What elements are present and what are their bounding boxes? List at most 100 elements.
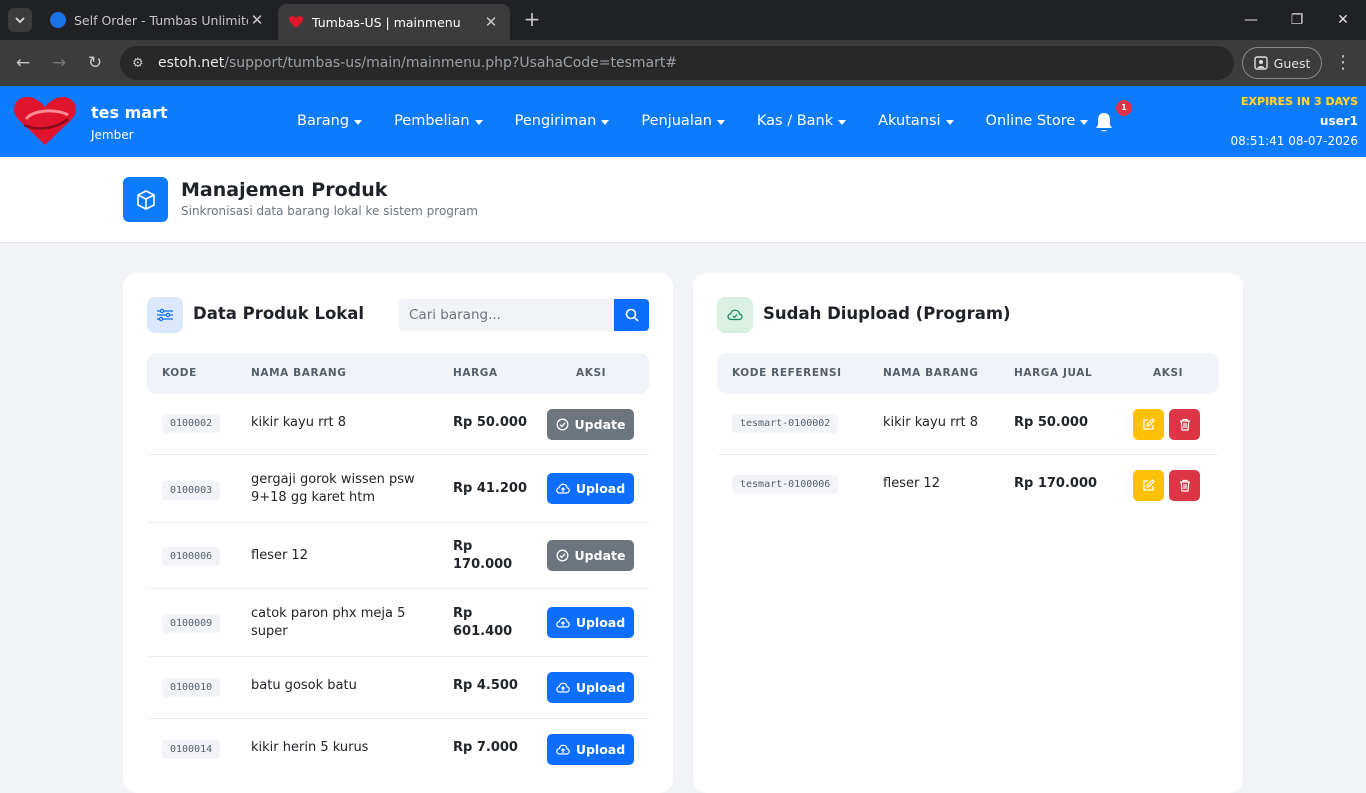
delete-button[interactable]: [1169, 470, 1200, 501]
search-button[interactable]: [614, 299, 649, 331]
minimize-icon[interactable]: —: [1228, 0, 1274, 40]
product-name: batu gosok batu: [251, 678, 357, 693]
upload-button[interactable]: Upload: [547, 672, 634, 703]
restore-icon[interactable]: ❐: [1274, 0, 1320, 40]
col-harga: HARGA: [453, 367, 498, 379]
local-table-header: KODE NAMA BARANG HARGA AKSI: [147, 353, 649, 394]
cloud-upload-icon: [556, 617, 570, 628]
close-window-icon[interactable]: ✕: [1320, 0, 1366, 40]
product-code: 0100014: [162, 740, 221, 759]
product-name: fleser 12: [251, 548, 308, 563]
caret-down-icon: [838, 119, 847, 125]
edit-icon: [1143, 479, 1155, 491]
product-name: catok paron phx meja 5 super: [251, 606, 406, 639]
product-name: kikir kayu rrt 8: [883, 415, 979, 430]
caret-down-icon: [474, 119, 483, 125]
browser-tab-mainmenu[interactable]: Tumbas-US | mainmenu ✕: [278, 4, 510, 40]
uploaded-table-header: KODE REFERENSI NAMA BARANG HARGA JUAL AK…: [717, 353, 1219, 394]
upload-button[interactable]: Upload: [547, 607, 634, 638]
tab-title: Self Order - Tumbas Unlimited: [74, 12, 248, 28]
cloud-upload-icon: [556, 483, 570, 494]
product-name: fleser 12: [883, 476, 940, 491]
cloud-upload-icon: [556, 682, 570, 693]
table-row: 0100010 batu gosok batu Rp 4.500 Upload: [147, 657, 649, 719]
update-button[interactable]: Update: [547, 540, 634, 571]
product-code: 0100009: [162, 614, 221, 633]
menu-penjualan[interactable]: Penjualan: [641, 113, 725, 129]
menu-barang[interactable]: Barang: [297, 113, 363, 129]
datetime: 08:51:41 08-07-2026: [1230, 134, 1358, 148]
product-price: Rp 170.000: [453, 539, 513, 572]
reload-icon[interactable]: ↻: [83, 51, 107, 75]
product-name: kikir herin 5 kurus: [251, 740, 369, 755]
back-icon[interactable]: ←: [11, 51, 35, 75]
menu-kas-bank[interactable]: Kas / Bank: [757, 113, 847, 129]
reference-code: tesmart-0100002: [732, 414, 839, 433]
table-row: 0100014 kikir herin 5 kurus Rp 7.000 Upl…: [147, 719, 649, 781]
url-text: estoh.net/support/tumbas-us/main/mainmen…: [158, 55, 678, 71]
page-header: Manajemen Produk Sinkronisasi data baran…: [0, 157, 1366, 243]
caret-down-icon: [716, 119, 725, 125]
close-tab-icon[interactable]: ✕: [482, 13, 500, 31]
site-info-icon[interactable]: ⚙: [132, 56, 150, 71]
notification-badge: 1: [1116, 100, 1132, 116]
url-bar[interactable]: ⚙ estoh.net/support/tumbas-us/main/mainm…: [120, 46, 1234, 80]
profile-button[interactable]: Guest: [1242, 47, 1322, 79]
browser-menu-icon[interactable]: ⋮: [1332, 51, 1354, 75]
menu-online-store[interactable]: Online Store: [986, 113, 1089, 129]
search-input[interactable]: [399, 299, 614, 331]
bell-icon[interactable]: [1094, 112, 1114, 134]
product-code: 0100002: [162, 414, 221, 433]
uploaded-card-title: Sudah Diupload (Program): [763, 304, 1011, 323]
caret-down-icon: [601, 119, 610, 125]
box-icon: [123, 177, 168, 222]
close-tab-icon[interactable]: ✕: [248, 11, 266, 29]
delete-button[interactable]: [1169, 409, 1200, 440]
cloud-check-icon: [717, 297, 753, 333]
tab-title: Tumbas-US | mainmenu: [312, 14, 461, 30]
update-button[interactable]: Update: [547, 409, 634, 440]
product-code: 0100010: [162, 678, 221, 697]
col-kode-referensi: KODE REFERENSI: [732, 367, 842, 379]
browser-tab-bar: Self Order - Tumbas Unlimited ✕ Tumbas-U…: [0, 0, 1366, 40]
table-row: 0100002 kikir kayu rrt 8 Rp 50.000 Updat…: [147, 394, 649, 455]
forward-icon[interactable]: →: [47, 51, 71, 75]
heart-logo-icon: [14, 97, 76, 145]
user-name[interactable]: user1: [1320, 114, 1358, 128]
edit-button[interactable]: [1133, 470, 1164, 501]
local-products-card: Data Produk Lokal KODE NAMA BARANG HARGA…: [123, 273, 673, 793]
trash-icon: [1179, 479, 1190, 492]
page-subtitle: Sinkronisasi data barang lokal ke sistem…: [181, 204, 478, 218]
menu-pengiriman[interactable]: Pengiriman: [515, 113, 610, 129]
search-group: [399, 299, 649, 331]
product-price: Rp 50.000: [453, 415, 528, 430]
product-price: Rp 170.000: [1014, 476, 1098, 491]
trash-icon: [1179, 418, 1190, 431]
col-aksi: AKSI: [1153, 367, 1184, 379]
cloud-upload-icon: [556, 744, 570, 755]
chevron-down-icon: [15, 16, 25, 23]
expiry-notice: EXPIRES IN 3 DAYS: [1241, 95, 1358, 108]
heart-favicon-icon: [288, 16, 304, 28]
product-price: Rp 4.500: [453, 678, 518, 693]
upload-button[interactable]: Upload: [547, 473, 634, 504]
product-price: Rp 41.200: [453, 481, 528, 496]
tab-search-button[interactable]: [8, 8, 32, 32]
table-row: tesmart-0100002 kikir kayu rrt 8 Rp 50.0…: [717, 394, 1219, 455]
new-tab-button[interactable]: +: [520, 8, 544, 32]
upload-button[interactable]: Upload: [547, 734, 634, 765]
table-row: 0100003 gergaji gorok wissen psw 9+18 gg…: [147, 455, 649, 523]
browser-tab-self-order[interactable]: Self Order - Tumbas Unlimited ✕: [40, 4, 276, 36]
caret-down-icon: [354, 119, 363, 125]
product-price: Rp 7.000: [453, 740, 518, 755]
table-row: 0100006 fleser 12 Rp 170.000 Update: [147, 523, 649, 589]
app-navbar: tes mart Jember Barang Pembelian Pengiri…: [0, 86, 1366, 157]
edit-button[interactable]: [1133, 409, 1164, 440]
col-nama-barang: NAMA BARANG: [883, 367, 979, 379]
caret-down-icon: [945, 119, 954, 125]
menu-pembelian[interactable]: Pembelian: [394, 113, 483, 129]
product-name: kikir kayu rrt 8: [251, 415, 347, 430]
col-aksi: AKSI: [576, 367, 607, 379]
uploaded-products-card: Sudah Diupload (Program) KODE REFERENSI …: [693, 273, 1243, 793]
menu-akutansi[interactable]: Akutansi: [878, 113, 954, 129]
